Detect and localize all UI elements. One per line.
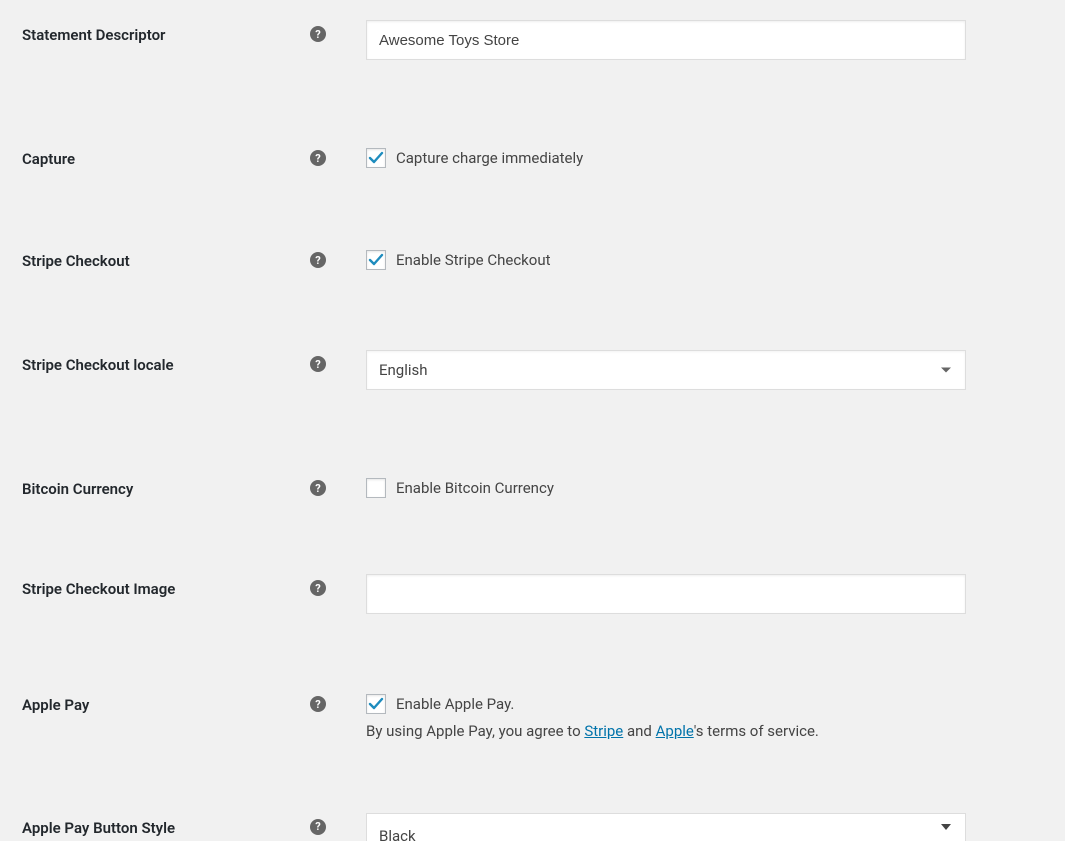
row-apple-pay: Apple Pay ? Enable Apple Pay. By using A… [0,640,1065,763]
help-icon[interactable]: ? [310,356,326,372]
help-icon[interactable]: ? [310,150,326,166]
stripe-checkout-image-input[interactable] [366,574,966,614]
row-bitcoin-currency: Bitcoin Currency ? Enable Bitcoin Curren… [0,416,1065,524]
help-icon[interactable]: ? [310,480,326,496]
row-statement-descriptor: Statement Descriptor ? [0,0,1065,86]
label-stripe-checkout: Stripe Checkout [0,246,310,270]
help-icon[interactable]: ? [310,696,326,712]
label-capture: Capture [0,144,310,168]
apple-pay-description: By using Apple Pay, you agree to Stripe … [366,720,975,743]
help-icon[interactable]: ? [310,26,326,42]
bitcoin-currency-checkbox[interactable] [366,478,386,498]
stripe-checkout-checkbox-label: Enable Stripe Checkout [396,251,551,269]
label-apple-pay: Apple Pay [0,690,310,714]
bitcoin-currency-checkbox-label: Enable Bitcoin Currency [396,479,554,497]
help-icon[interactable]: ? [310,252,326,268]
row-stripe-checkout-image: Stripe Checkout Image ? [0,524,1065,640]
row-stripe-checkout-locale: Stripe Checkout locale ? English [0,296,1065,416]
stripe-link[interactable]: Stripe [584,722,623,740]
help-icon[interactable]: ? [310,580,326,596]
row-stripe-checkout: Stripe Checkout ? Enable Stripe Checkout [0,194,1065,296]
label-apple-pay-button-style: Apple Pay Button Style [0,813,310,837]
statement-descriptor-input[interactable] [366,20,966,60]
label-statement-descriptor: Statement Descriptor [0,20,310,44]
help-icon[interactable]: ? [310,819,326,835]
capture-checkbox[interactable] [366,148,386,168]
label-stripe-checkout-image: Stripe Checkout Image [0,574,310,598]
label-stripe-checkout-locale: Stripe Checkout locale [0,350,310,374]
apple-link[interactable]: Apple [656,722,694,740]
stripe-checkout-locale-select[interactable]: English [366,350,966,390]
chevron-down-icon [941,368,951,373]
stripe-checkout-checkbox[interactable] [366,250,386,270]
row-capture: Capture ? Capture charge immediately [0,86,1065,194]
stripe-checkout-locale-value: English [379,361,428,379]
row-apple-pay-button-style: Apple Pay Button Style ? Black [0,763,1065,841]
apple-pay-checkbox-label: Enable Apple Pay. [396,695,514,713]
capture-checkbox-label: Capture charge immediately [396,149,583,167]
apple-pay-button-style-select[interactable]: Black [366,813,966,841]
settings-form: Statement Descriptor ? Capture ? Capture… [0,0,1065,841]
chevron-down-icon [941,824,951,830]
label-bitcoin-currency: Bitcoin Currency [0,474,310,498]
apple-pay-checkbox[interactable] [366,694,386,714]
apple-pay-button-style-value: Black [379,827,416,841]
